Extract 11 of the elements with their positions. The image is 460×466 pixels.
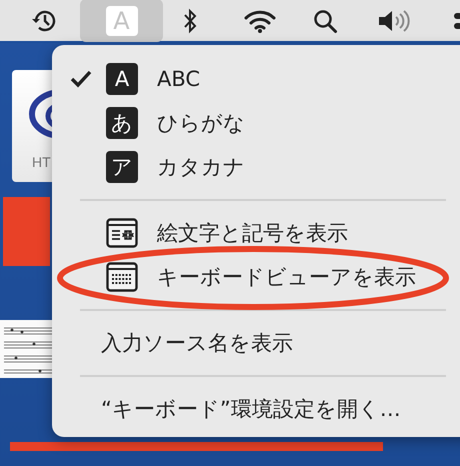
app-label: HT	[32, 154, 51, 170]
redaction-block	[3, 197, 50, 266]
menu-item[interactable]: “キーボード”環境設定を開く…	[52, 387, 460, 431]
input-source-icon: あ	[106, 107, 138, 139]
keyboard-window-icon	[106, 262, 138, 292]
input-source-icon: A	[106, 63, 138, 95]
menu-item[interactable]: 入力ソース名を表示	[52, 321, 460, 365]
input-source-icon: ア	[106, 151, 138, 183]
emoji-window-icon	[106, 218, 138, 248]
menu-item[interactable]: 絵文字と記号を表示	[52, 211, 460, 255]
menu-item[interactable]: キーボードビューアを表示	[52, 255, 460, 299]
